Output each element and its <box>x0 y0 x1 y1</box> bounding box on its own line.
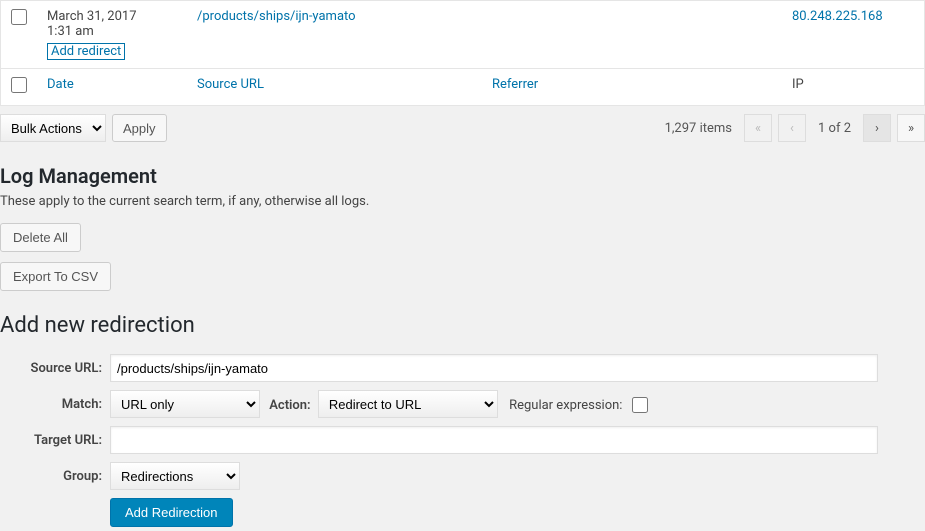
log-table: March 31, 2017 1:31 am Add redirect /pro… <box>0 0 925 106</box>
items-count: 1,297 items <box>659 121 738 136</box>
prev-page-button[interactable]: ‹ <box>778 114 806 142</box>
col-date[interactable]: Date <box>47 77 74 92</box>
match-label: Match: <box>0 386 110 422</box>
apply-button[interactable]: Apply <box>112 114 167 142</box>
log-management-heading: Log Management <box>0 164 925 188</box>
action-label: Action: <box>269 398 310 413</box>
row-date: March 31, 2017 <box>47 9 137 24</box>
tablenav: Bulk Actions Apply 1,297 items « ‹ 1 of … <box>0 106 925 150</box>
first-page-button[interactable]: « <box>744 114 772 142</box>
referrer-cell <box>482 1 782 69</box>
delete-all-button[interactable]: Delete All <box>0 223 81 252</box>
page-indicator: 1 of 2 <box>812 121 857 136</box>
match-select[interactable]: URL only <box>110 390 260 418</box>
row-checkbox[interactable] <box>11 9 27 25</box>
bulk-actions-select[interactable]: Bulk Actions <box>0 114 106 142</box>
row-time: 1:31 am <box>47 24 94 39</box>
regex-checkbox[interactable] <box>632 397 648 413</box>
col-referrer[interactable]: Referrer <box>492 77 538 92</box>
add-redirection-heading: Add new redirection <box>0 313 925 338</box>
select-all-checkbox[interactable] <box>11 77 27 93</box>
pagination: 1,297 items « ‹ 1 of 2 › » <box>659 114 925 142</box>
group-label: Group: <box>0 458 110 494</box>
col-source[interactable]: Source URL <box>197 77 264 92</box>
source-url-label: Source URL: <box>0 350 110 386</box>
source-url-input[interactable] <box>110 354 878 382</box>
target-url-input[interactable] <box>110 426 878 454</box>
add-redirect-link[interactable]: Add redirect <box>47 43 125 60</box>
next-page-button[interactable]: › <box>863 114 891 142</box>
table-footer: Date Source URL Referrer IP <box>1 69 925 106</box>
group-select[interactable]: Redirections <box>110 462 240 490</box>
export-csv-button[interactable]: Export To CSV <box>0 262 111 291</box>
action-select[interactable]: Redirect to URL <box>318 390 498 418</box>
ip-link[interactable]: 80.248.225.168 <box>792 9 883 24</box>
add-redirection-form: Source URL: Match: URL only Action: Redi… <box>0 350 925 531</box>
log-description: These apply to the current search term, … <box>0 194 925 209</box>
regex-label: Regular expression: <box>509 398 622 413</box>
source-url-link[interactable]: /products/ships/ijn-yamato <box>197 9 356 24</box>
col-ip: IP <box>792 77 804 92</box>
target-url-label: Target URL: <box>0 422 110 458</box>
table-row: March 31, 2017 1:31 am Add redirect /pro… <box>1 1 925 69</box>
last-page-button[interactable]: » <box>897 114 925 142</box>
